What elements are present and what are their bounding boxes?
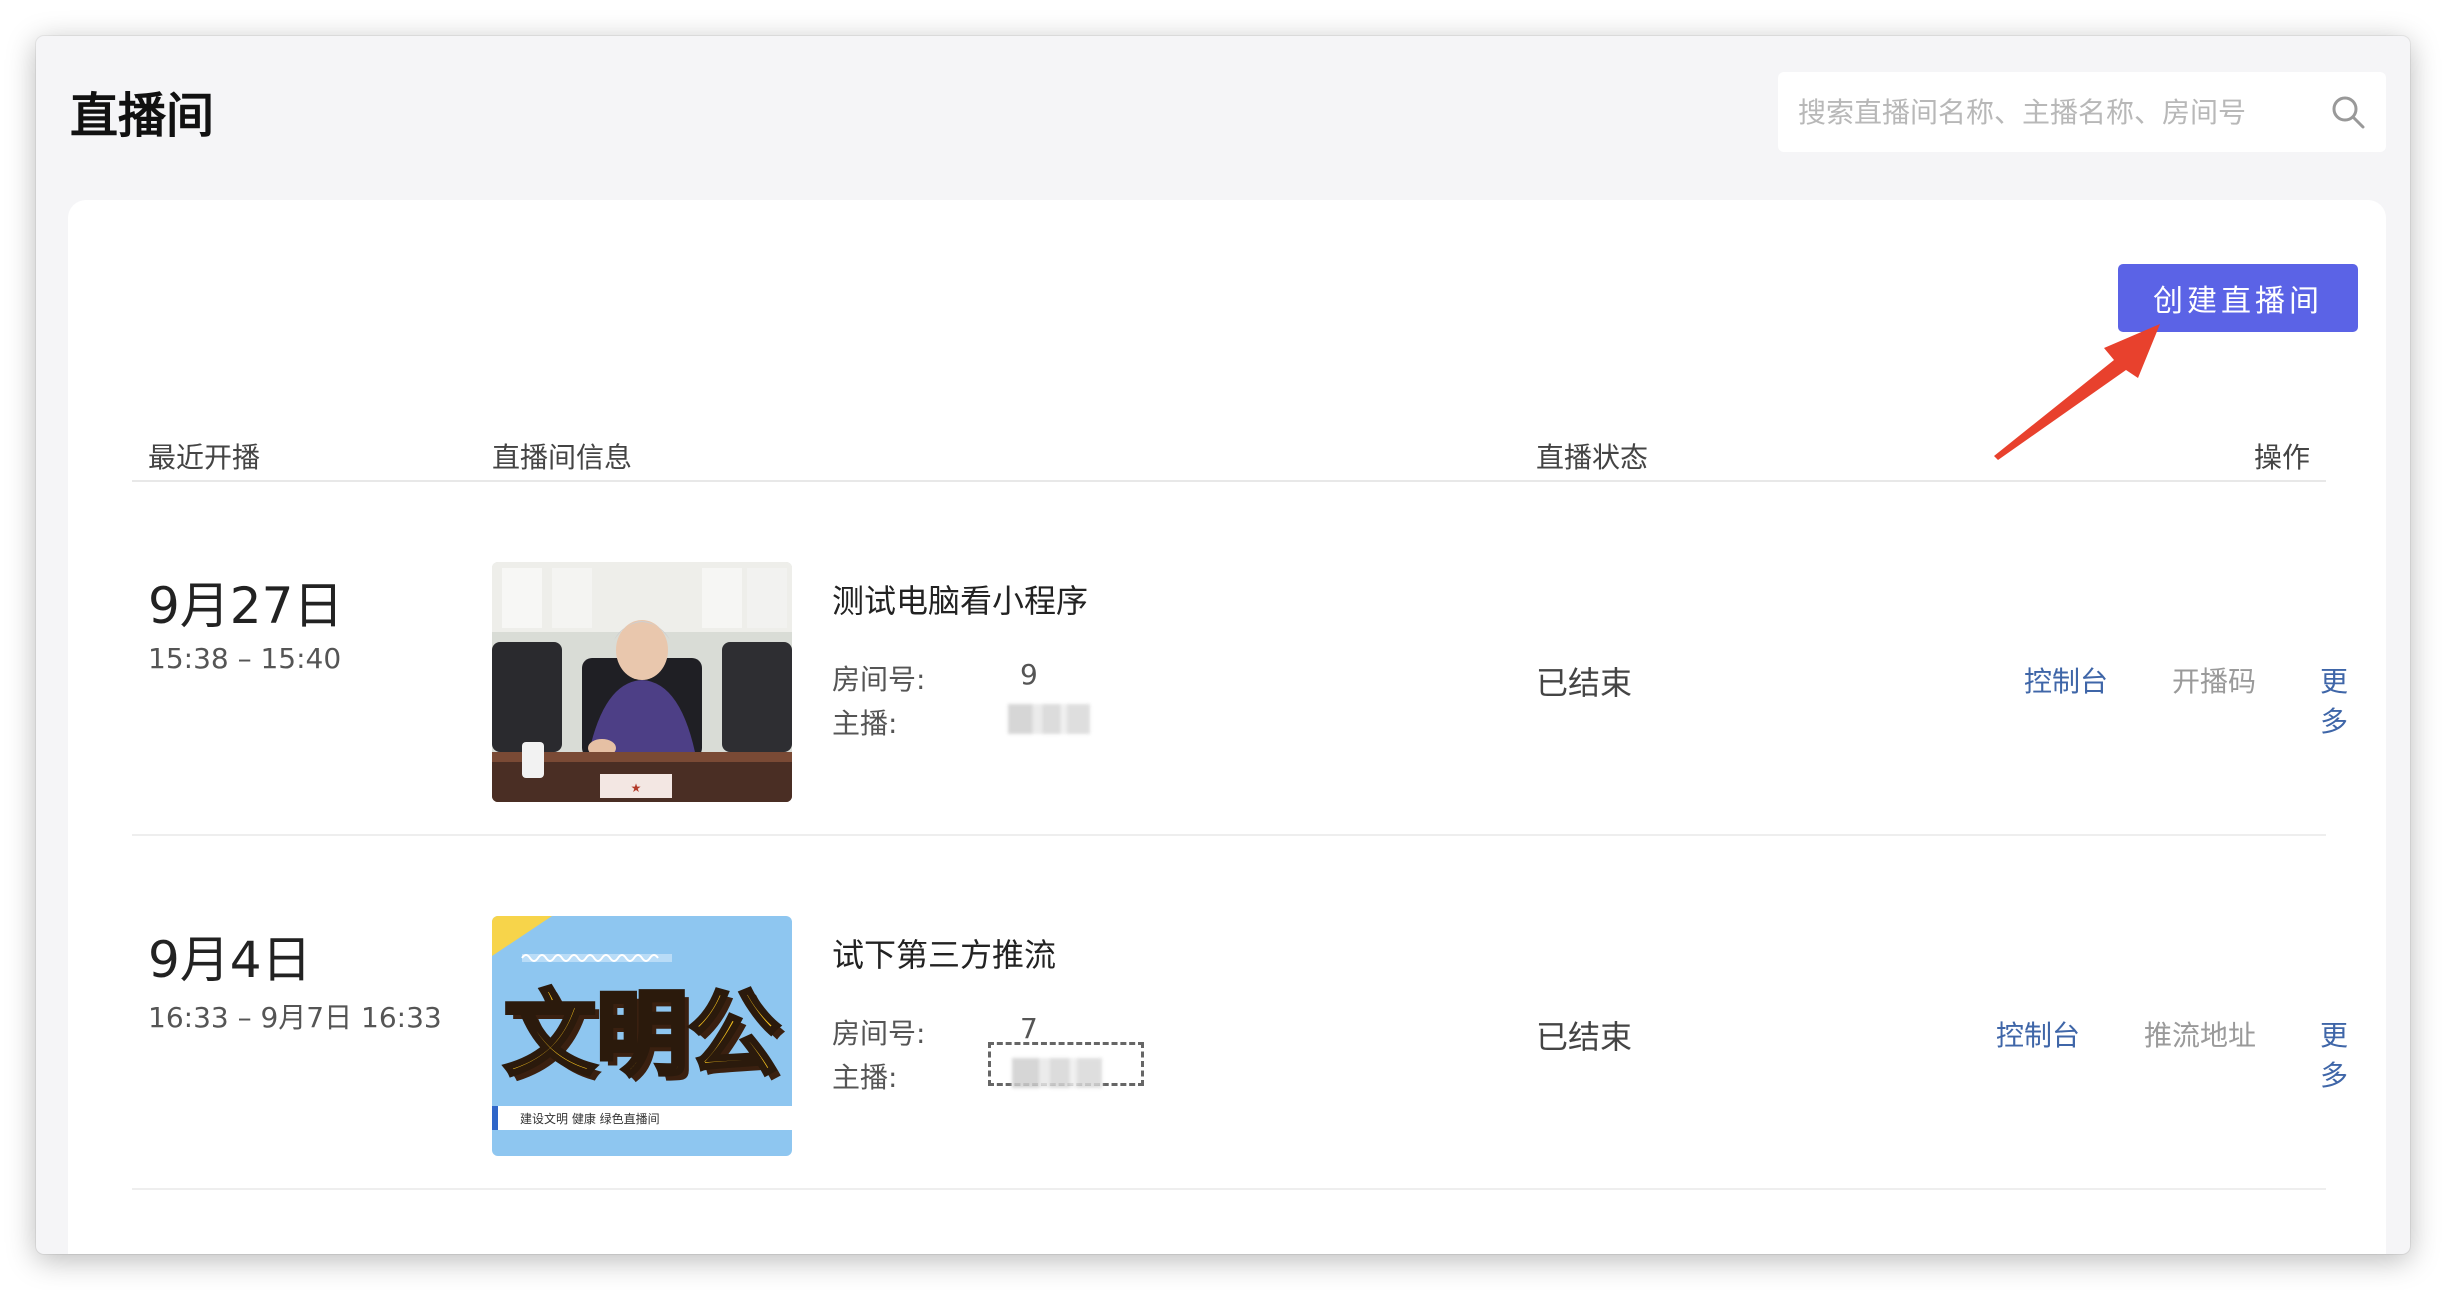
status-badge: 已结束 (1536, 1018, 1633, 1056)
column-header-status: 直播状态 (1536, 441, 1649, 474)
column-header-recent: 最近开播 (148, 441, 261, 474)
thumb-headline: 文明公 (504, 981, 780, 1088)
host-name-redacted (1012, 1058, 1102, 1088)
room-cover-image: 文明公 文明公 建设文明 健康 绿色直播间 (492, 916, 792, 1156)
page-title: 直播间 (70, 88, 215, 144)
status-badge: 已结束 (1536, 664, 1633, 702)
column-header-actions: 操作 (2253, 441, 2310, 474)
more-link[interactable]: 更多 (2320, 660, 2348, 740)
console-link[interactable]: 控制台 (2024, 660, 2108, 700)
table-header: 最近开播 直播间信息 直播状态 操作 (132, 422, 2326, 482)
column-header-info: 直播间信息 (492, 441, 633, 474)
thumb-nameplate-text: ★ (631, 781, 642, 795)
more-link[interactable]: 更多 (2320, 1014, 2348, 1094)
room-no-label: 房间号: (832, 663, 926, 696)
search-icon[interactable] (2328, 92, 2368, 132)
search-input[interactable] (1778, 72, 2318, 152)
host-label: 主播: (832, 1061, 898, 1094)
live-room-list-card: 创建直播间 最近开播 直播间信息 直播状态 操作 9月27日 15:38 – 1… (68, 200, 2386, 1254)
row-date: 9月27日 (148, 577, 344, 635)
room-cover-image: ★ (492, 562, 792, 802)
row-time-range: 15:38 – 15:40 (148, 642, 342, 675)
room-name: 测试电脑看小程序 (832, 582, 1089, 620)
app-window: 直播间 创建直播间 最近开播 直播间信息 直播状态 操作 9月27日 15:38… (36, 36, 2410, 1254)
room-name: 试下第三方推流 (832, 936, 1057, 974)
stream-url-link[interactable]: 推流地址 (2144, 1014, 2256, 1054)
room-no-value: 7 (1020, 1012, 1038, 1045)
table-row: 9月4日 16:33 – 9月7日 16:33 文明公 文明公 建设文明 健康 … (132, 836, 2348, 1190)
console-link[interactable]: 控制台 (1996, 1014, 2080, 1054)
thumb-subline: 建设文明 健康 绿色直播间 (520, 1111, 660, 1126)
room-no-value: 9 (1020, 658, 1038, 691)
host-label: 主播: (832, 707, 898, 740)
row-date: 9月4日 (148, 931, 312, 989)
room-no-label: 房间号: (832, 1017, 926, 1050)
row-time-range: 16:33 – 9月7日 16:33 (148, 1001, 442, 1034)
start-code-link[interactable]: 开播码 (2172, 660, 2256, 700)
host-name-redacted (1008, 704, 1090, 734)
table-row: 9月27日 15:38 – 15:40 ★ 测试电脑看小程序 房间号: 9 主播… (132, 482, 2348, 836)
search-box[interactable] (1778, 72, 2386, 152)
